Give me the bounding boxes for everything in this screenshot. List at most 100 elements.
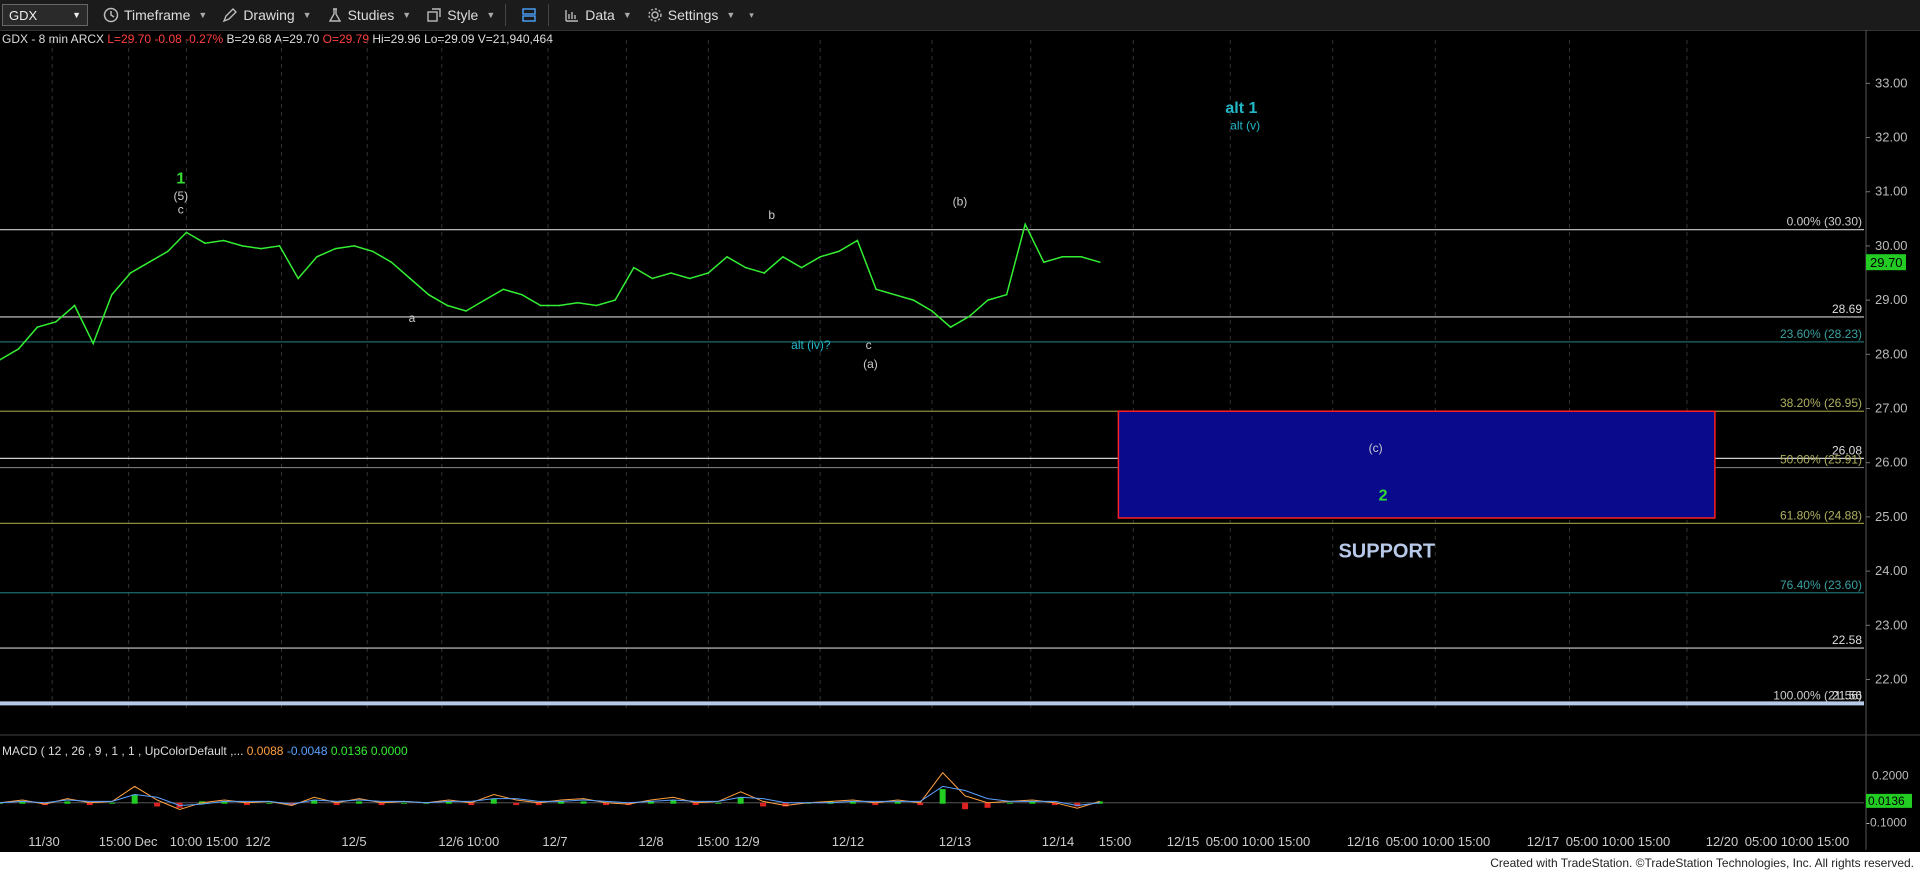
style-button[interactable]: Style ▼ xyxy=(425,7,495,23)
price-point xyxy=(0,358,1,361)
price-point xyxy=(1024,223,1026,226)
price-point xyxy=(856,239,859,242)
price-point xyxy=(427,293,430,296)
y-tick-label: 23.00 xyxy=(1875,617,1908,632)
style-label: Style xyxy=(447,7,479,23)
macd-histogram-bar xyxy=(558,801,565,804)
price-point xyxy=(838,250,840,253)
wave-label: 2 xyxy=(1379,488,1388,505)
macd-histogram-bar xyxy=(198,801,205,804)
price-point xyxy=(353,245,355,247)
price-point xyxy=(73,304,76,307)
support-box xyxy=(1117,410,1716,519)
x-tick-label: 05:00 xyxy=(1386,834,1419,849)
x-tick-label: 15:00 xyxy=(1638,834,1671,849)
symbol-selector[interactable]: GDX ▼ xyxy=(2,4,88,26)
wave-label: (5) xyxy=(173,189,188,203)
x-tick-label: 12/14 xyxy=(1042,834,1075,849)
price-point xyxy=(334,247,337,250)
price-point xyxy=(372,250,374,253)
price-point xyxy=(782,255,784,258)
macd-histogram-bar xyxy=(625,802,632,806)
price-line xyxy=(0,222,1101,361)
chevron-down-icon: ▼ xyxy=(72,10,81,20)
y-tick-label: 32.00 xyxy=(1875,130,1908,145)
macd-axis-label: -0.1000 xyxy=(1866,815,1907,829)
clock-icon xyxy=(103,7,119,23)
bid-price: B=29.68 xyxy=(226,32,272,46)
price-point xyxy=(483,299,486,301)
x-tick-label: 10:00 xyxy=(1422,834,1455,849)
price-point xyxy=(409,277,411,280)
x-tick-label: 10:00 xyxy=(170,834,203,849)
x-tick-label: 11/30 xyxy=(28,834,60,849)
price-point xyxy=(521,293,523,296)
macd-title: MACD ( 12 , 26 , 9 , 1 , 1 , UpColorDefa… xyxy=(2,744,244,758)
macd-panel: 0.2000 0.0136 -0.1000 xyxy=(0,768,1912,829)
fib-label: 100.00% (21.56) xyxy=(1773,688,1862,702)
macd-histogram-bar xyxy=(1051,802,1058,806)
macd-histogram-bar xyxy=(1029,801,1036,804)
x-tick-label: 12/8 xyxy=(638,834,663,849)
macd-signal-value: -0.0048 xyxy=(286,744,328,758)
x-tick-label: 05:00 xyxy=(1745,834,1778,849)
macd-histogram-bar xyxy=(0,802,3,804)
macd-value-badge xyxy=(1866,793,1912,808)
macd-histogram-bar xyxy=(827,801,834,804)
x-tick-label: 05:00 xyxy=(1206,834,1239,849)
macd-diff-value: 0.0136 xyxy=(330,744,368,758)
wave-annotations: 1(5)cabalt (iv)? c(a)(b)alt 1alt (v)(c)2S… xyxy=(173,100,1435,562)
layout-button[interactable] xyxy=(520,7,538,23)
price-point xyxy=(726,255,728,258)
price-point xyxy=(55,321,57,323)
macd-histogram-bar xyxy=(647,801,654,804)
settings-button[interactable]: Settings ▼ xyxy=(646,7,736,23)
macd-line xyxy=(0,771,1100,811)
chevron-down-icon: ▼ xyxy=(402,10,412,20)
style-icon xyxy=(427,8,441,22)
high-price: Hi=29.96 xyxy=(372,32,421,46)
y-tick-label: 30.00 xyxy=(1875,238,1908,253)
fib-label: 0.00% (30.30) xyxy=(1787,215,1862,229)
timeframe-button[interactable]: Timeframe ▼ xyxy=(102,7,207,23)
y-tick-label: 25.00 xyxy=(1875,509,1908,524)
macd-signal-line xyxy=(0,785,1100,807)
price-point xyxy=(92,342,94,345)
price-point xyxy=(875,288,877,291)
price-point xyxy=(260,247,262,250)
macd-histogram-bar xyxy=(400,802,407,804)
macd-histogram-bar xyxy=(760,802,767,807)
price-point xyxy=(688,277,691,280)
drawing-button[interactable]: Drawing ▼ xyxy=(221,7,312,23)
data-button[interactable]: Data ▼ xyxy=(563,7,632,23)
studies-button[interactable]: Studies ▼ xyxy=(326,7,412,23)
macd-histogram-bar xyxy=(311,800,318,804)
x-tick-label: 15:00 xyxy=(1817,834,1850,849)
macd-histogram-bar xyxy=(468,802,475,806)
wave-label: (b) xyxy=(953,194,968,208)
price-point xyxy=(651,277,654,280)
toolbar-divider xyxy=(548,4,550,26)
x-tick-label: 12/17 xyxy=(1527,834,1560,849)
price-point xyxy=(968,315,971,318)
toolbar: GDX ▼ Timeframe ▼ Drawing ▼ Studies ▼ St… xyxy=(0,0,1920,31)
price-point xyxy=(763,272,766,274)
wave-label: alt 1 xyxy=(1225,100,1257,117)
price-point xyxy=(1043,261,1045,263)
x-tick-label: 15:00 xyxy=(1099,834,1132,849)
toolbar-more-button[interactable]: ▾ xyxy=(749,10,754,21)
bar-chart-icon xyxy=(565,10,579,22)
price-point xyxy=(502,288,505,291)
y-tick-label: 27.00 xyxy=(1875,401,1908,416)
price-point xyxy=(241,245,244,247)
macd-histogram-bar xyxy=(221,801,228,804)
chevron-down-icon: ▼ xyxy=(302,10,312,20)
x-tick-label: 10:00 xyxy=(467,834,500,849)
last-price-badge xyxy=(1866,254,1906,271)
macd-histogram-bar xyxy=(917,802,924,806)
fib-label: 26.08 xyxy=(1832,443,1862,457)
x-tick-label: 10:00 xyxy=(1602,834,1635,849)
macd-value: 0.0088 xyxy=(246,744,284,758)
y-tick-label: 33.00 xyxy=(1875,75,1908,90)
chevron-down-icon: ▼ xyxy=(726,10,736,20)
